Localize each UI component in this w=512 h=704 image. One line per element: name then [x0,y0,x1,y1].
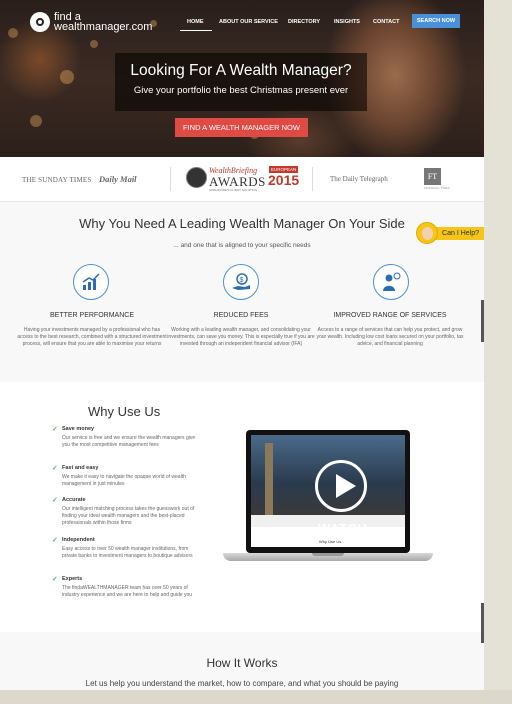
video-screen-heading: Why Use Us [319,539,342,544]
daily-mail-logo: Daily Mail [99,174,137,184]
bokeh-light [90,40,98,48]
benefit-text: Our intelligent matching process takes t… [62,506,195,526]
how-it-works-subtitle: Let us help you understand the market, h… [85,679,399,688]
feature-title-fees: REDUCED FEES [213,312,269,319]
benefit-title: Fast and easy [52,464,202,472]
logo-icon [30,12,50,32]
why-use-us-title: Why Use Us [88,404,161,419]
ft-logo: FT [424,168,441,185]
benefit-title: Experts [52,575,202,583]
feature-text-services: Access to a range of services that can h… [316,327,464,347]
how-it-works-section: How It Works Let us help you understand … [0,632,484,690]
nav-contact[interactable]: CONTACT [373,19,399,25]
can-i-help-button[interactable]: Can I Help? [416,222,484,244]
nav-about[interactable]: ABOUT OUR SERVICE [219,19,278,25]
benefit-item: Independent Easy access to over 50 wealt… [52,536,202,560]
nav-insights[interactable]: INSIGHTS [334,19,360,25]
chart-icon [73,264,109,300]
telegraph-logo: The Daily Telegraph [330,175,388,183]
feature-text-fees: Working with a leading wealth manager, a… [167,327,315,347]
benefit-title: Save money [52,425,202,433]
feature-text-performance: Having your investments managed by a pro… [17,327,167,347]
benefit-item: Accurate Our intelligent matching proces… [52,496,202,527]
hero-subtitle: Give your portfolio the best Christmas p… [133,85,349,96]
benefit-item: Experts The findaWEALTHMANAGER team has … [52,575,202,599]
hero-headline-box: Looking For A Wealth Manager? Give your … [115,53,367,111]
benefit-text: We make it easy to navigate the opaque w… [62,474,186,487]
scrollbar-thumb[interactable] [481,603,484,643]
why-need-subtitle: ... and one that is aligned to your spec… [173,242,311,249]
window-bottom-bar [0,690,512,704]
logo-line2: wealthmanager.com [54,21,153,33]
nav-home[interactable]: HOME [187,19,204,25]
award-seal-icon [186,167,207,188]
svg-text:$: $ [240,277,244,284]
feature-title-performance: BETTER PERFORMANCE [49,312,134,319]
divider [312,167,313,191]
benefit-item: Save money Our service is free and we en… [52,425,202,449]
benefit-text: The findaWEALTHMANAGER team has over 50 … [62,585,193,598]
adviser-icon [373,264,409,300]
divider [170,167,171,191]
hero-title: Looking For A Wealth Manager? [130,62,352,79]
wealthbriefing-awards-logo: WealthBriefing EUROPEAN AWARDS 2015 SING… [186,163,299,195]
money-hand-icon: $ [223,264,259,300]
benefit-title: Independent [52,536,202,544]
benefit-text: Our service is free and we ensure the we… [62,435,196,448]
nav-active-underline [180,30,212,31]
find-wealth-manager-button[interactable]: FIND A WEALTH MANAGER NOW [175,118,308,137]
bokeh-light [8,28,18,38]
hero-banner: find a wealthmanager.com HOME ABOUT OUR … [0,0,484,157]
benefit-title: Accurate [52,496,202,504]
site-logo[interactable]: find a wealthmanager.com [30,12,153,33]
why-need-title: Why You Need A Leading Wealth Manager On… [79,216,405,231]
watch-label[interactable]: WATCH [318,521,367,536]
why-need-section: Why You Need A Leading Wealth Manager On… [0,202,484,382]
bokeh-light [30,115,42,127]
sunday-times-logo: THE SUNDAY TIMES [22,176,92,184]
play-icon[interactable] [315,460,367,512]
feature-title-services: IMPROVED RANGE OF SERVICES [333,312,447,319]
video-laptop[interactable]: Why Use Us WATCH [223,428,433,568]
page: find a wealthmanager.com HOME ABOUT OUR … [0,0,484,690]
benefit-text: Easy access to over 50 wealth manager in… [62,546,193,559]
nav-directory[interactable]: DIRECTORY [288,19,320,25]
search-now-button[interactable]: SEARCH NOW [412,14,460,28]
page-scrollbar[interactable] [484,0,512,704]
how-it-works-title: How It Works [206,656,278,670]
benefit-item: Fast and easy We make it easy to navigat… [52,464,202,488]
press-logos-bar: THE SUNDAY TIMES Daily Mail WealthBriefi… [0,157,484,202]
bokeh-light [60,70,74,84]
ft-caption: FINANCIAL TIMES [424,186,450,190]
scrollbar-thumb[interactable] [481,300,484,342]
assistant-avatar-icon [416,222,438,244]
